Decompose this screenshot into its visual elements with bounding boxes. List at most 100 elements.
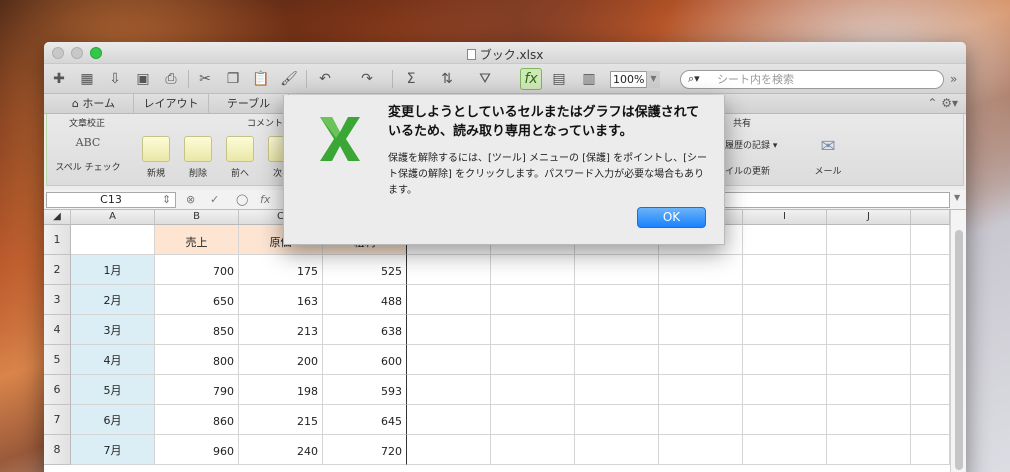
empty-cell[interactable] xyxy=(743,375,827,405)
col-header-b[interactable]: B xyxy=(155,210,239,225)
vertical-scrollbar[interactable] xyxy=(950,210,966,472)
empty-cell[interactable] xyxy=(575,375,659,405)
col-header-j[interactable]: J xyxy=(827,210,911,225)
empty-cell[interactable] xyxy=(827,315,911,345)
row-header[interactable]: 6 xyxy=(44,375,71,405)
cell-sales[interactable]: 860 xyxy=(155,405,239,435)
empty-cell[interactable] xyxy=(743,345,827,375)
mail-button[interactable]: ✉ メール xyxy=(809,134,847,177)
row-header[interactable]: 4 xyxy=(44,315,71,345)
empty-cell[interactable] xyxy=(407,435,491,465)
empty-cell[interactable] xyxy=(827,435,911,465)
cell-profit[interactable]: 488 xyxy=(323,285,407,315)
empty-cell[interactable] xyxy=(407,285,491,315)
cell-month[interactable]: 2月 xyxy=(71,285,155,315)
confirm-entry-icon[interactable]: ✓ xyxy=(210,193,219,206)
empty-cell[interactable] xyxy=(743,315,827,345)
empty-cell[interactable] xyxy=(911,405,950,435)
cell-cost[interactable]: 213 xyxy=(239,315,323,345)
zoom-dropdown-icon[interactable]: ▼ xyxy=(646,71,660,88)
empty-cell[interactable] xyxy=(743,435,827,465)
cell-cost[interactable]: 200 xyxy=(239,345,323,375)
toolbox-icon[interactable]: ▤ xyxy=(548,68,570,90)
cell-cost[interactable]: 215 xyxy=(239,405,323,435)
copy-icon[interactable]: ❐ xyxy=(222,68,244,90)
cell-profit[interactable]: 720 xyxy=(323,435,407,465)
empty-cell[interactable] xyxy=(743,255,827,285)
ok-button[interactable]: OK xyxy=(637,207,706,228)
previous-comment-button[interactable]: 前へ xyxy=(223,136,257,179)
empty-cell[interactable] xyxy=(491,375,575,405)
open-icon[interactable]: ⇩ xyxy=(104,68,126,90)
cell-month[interactable]: 3月 xyxy=(71,315,155,345)
empty-cell[interactable] xyxy=(659,405,743,435)
empty-cell[interactable] xyxy=(575,285,659,315)
format-painter-icon[interactable]: 🖌 xyxy=(278,68,300,90)
empty-cell[interactable] xyxy=(827,225,911,255)
empty-cell[interactable] xyxy=(911,315,950,345)
save-icon[interactable]: ▣ xyxy=(132,68,154,90)
new-comment-button[interactable]: 新規 xyxy=(139,136,173,179)
empty-cell[interactable] xyxy=(491,255,575,285)
cell-month[interactable]: 1月 xyxy=(71,255,155,285)
cell-sales[interactable]: 790 xyxy=(155,375,239,405)
row-header[interactable]: 2 xyxy=(44,255,71,285)
empty-cell[interactable] xyxy=(911,255,950,285)
empty-cell[interactable] xyxy=(407,405,491,435)
filter-icon[interactable]: ⛛ xyxy=(474,68,496,90)
col-header-a[interactable]: A xyxy=(71,210,155,225)
tab-home[interactable]: ⌂ ホーム xyxy=(54,94,134,114)
empty-cell[interactable] xyxy=(827,405,911,435)
redo-icon[interactable]: ↷ xyxy=(356,68,378,90)
vertical-scroll-thumb[interactable] xyxy=(955,230,963,470)
empty-cell[interactable] xyxy=(659,435,743,465)
cancel-entry-icon[interactable]: ⊗ xyxy=(186,193,195,206)
row-header[interactable]: 7 xyxy=(44,405,71,435)
empty-cell[interactable] xyxy=(911,375,950,405)
empty-cell[interactable] xyxy=(575,255,659,285)
cell-profit[interactable]: 638 xyxy=(323,315,407,345)
empty-cell[interactable] xyxy=(743,285,827,315)
col-header-i[interactable]: I xyxy=(743,210,827,225)
tab-layout[interactable]: レイアウト xyxy=(134,94,209,114)
spell-check-button[interactable]: ABC スペル チェック xyxy=(51,130,125,173)
empty-cell[interactable] xyxy=(491,315,575,345)
empty-cell[interactable] xyxy=(827,285,911,315)
cell-month[interactable]: 4月 xyxy=(71,345,155,375)
cell-a1[interactable] xyxy=(71,225,155,255)
empty-cell[interactable] xyxy=(659,345,743,375)
empty-cell[interactable] xyxy=(407,345,491,375)
empty-cell[interactable] xyxy=(407,315,491,345)
empty-cell[interactable] xyxy=(827,345,911,375)
cell-sales[interactable]: 850 xyxy=(155,315,239,345)
empty-cell[interactable] xyxy=(743,405,827,435)
cell-profit[interactable]: 593 xyxy=(323,375,407,405)
empty-cell[interactable] xyxy=(407,375,491,405)
empty-cell[interactable] xyxy=(827,255,911,285)
cell-cost[interactable]: 198 xyxy=(239,375,323,405)
empty-cell[interactable] xyxy=(659,315,743,345)
cell-sales[interactable]: 960 xyxy=(155,435,239,465)
cell-profit[interactable]: 600 xyxy=(323,345,407,375)
media-browser-icon[interactable]: ▥ xyxy=(578,68,600,90)
empty-cell[interactable] xyxy=(911,285,950,315)
empty-cell[interactable] xyxy=(743,225,827,255)
undo-icon[interactable]: ↶ xyxy=(314,68,336,90)
gallery-icon[interactable]: ▦ xyxy=(76,68,98,90)
print-icon[interactable]: ⎙ xyxy=(160,68,182,90)
empty-cell[interactable] xyxy=(575,315,659,345)
name-box[interactable]: C13 xyxy=(46,192,176,208)
empty-cell[interactable] xyxy=(827,375,911,405)
empty-cell[interactable] xyxy=(659,255,743,285)
paste-icon[interactable]: 📋 xyxy=(250,68,272,90)
cell-sales[interactable]: 650 xyxy=(155,285,239,315)
empty-cell[interactable] xyxy=(491,405,575,435)
empty-cell[interactable] xyxy=(911,225,950,255)
cell-cost[interactable]: 175 xyxy=(239,255,323,285)
empty-cell[interactable] xyxy=(575,405,659,435)
cell-profit[interactable]: 525 xyxy=(323,255,407,285)
new-workbook-icon[interactable]: ✚ xyxy=(48,68,70,90)
select-all-corner[interactable]: ◢ xyxy=(44,210,71,225)
ribbon-options-icon[interactable]: ⌃ ⚙▾ xyxy=(927,96,958,110)
formula-expand-icon[interactable]: ▼ xyxy=(954,193,960,202)
